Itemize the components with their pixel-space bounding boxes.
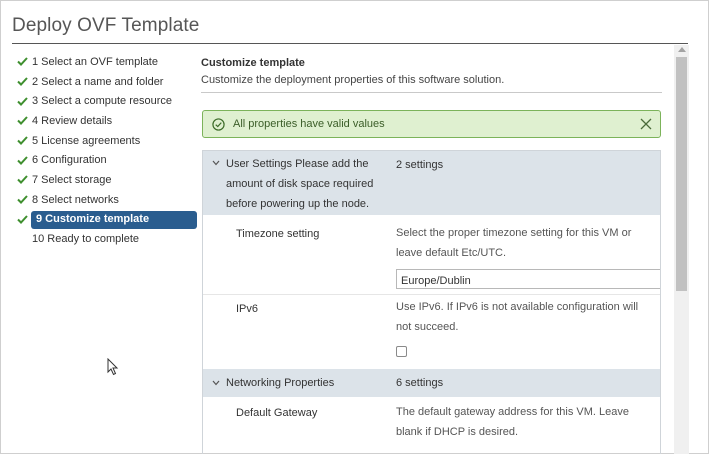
properties-panel: User Settings Please add the amount of d…	[202, 150, 661, 454]
checkmark-icon	[13, 136, 32, 146]
desc-line: Use IPv6. If IPv6 is not available confi…	[396, 301, 639, 313]
step-license-agreements[interactable]: 5 License agreements	[13, 131, 188, 151]
step-configuration[interactable]: 6 Configuration	[13, 150, 188, 170]
ipv6-label: IPv6	[236, 303, 259, 315]
wizard-steps: 1 Select an OVF template 2 Select a name…	[13, 52, 197, 249]
checkmark-icon	[13, 195, 32, 205]
validation-alert: All properties have valid values	[202, 110, 661, 138]
row-divider	[203, 294, 660, 295]
ipv6-description: Use IPv6. If IPv6 is not available confi…	[396, 297, 658, 337]
deploy-ovf-dialog: Deploy OVF Template 1 Select an OVF temp…	[0, 0, 709, 454]
desc-line: not succeed.	[396, 321, 459, 333]
desc-line: leave default Etc/UTC.	[396, 247, 507, 259]
chevron-down-icon[interactable]	[212, 160, 220, 166]
step-select-ovf-template[interactable]: 1 Select an OVF template	[13, 52, 188, 72]
scroll-up-arrow-icon[interactable]	[678, 47, 686, 52]
step-select-storage[interactable]: 7 Select storage	[13, 170, 188, 190]
checkmark-icon	[13, 97, 32, 106]
step-label: 3 Select a compute resource	[32, 95, 173, 108]
customize-template-pane: Customize template Customize the deploym…	[201, 45, 674, 454]
step-label: 1 Select an OVF template	[32, 55, 158, 68]
step-label: 8 Select networks	[32, 193, 119, 206]
checkmark-icon	[13, 57, 32, 67]
mouse-cursor-icon	[107, 358, 119, 376]
checkmark-icon	[13, 215, 32, 224]
title-divider	[12, 43, 688, 44]
gateway-description: The default gateway address for this VM.…	[396, 402, 658, 442]
dialog-title: Deploy OVF Template	[12, 15, 200, 36]
step-ready-to-complete[interactable]: 10 Ready to complete	[13, 229, 188, 249]
close-icon[interactable]	[639, 117, 653, 131]
step-label: 10 Ready to complete	[32, 233, 140, 246]
ipv6-checkbox[interactable]	[396, 346, 407, 357]
group-name-line: User Settings Please add the	[226, 158, 369, 170]
step-select-compute-resource[interactable]: 3 Select a compute resource	[13, 91, 188, 111]
group-settings-count: 6 settings	[396, 377, 444, 389]
step-label: 7 Select storage	[32, 173, 112, 186]
group-settings-count: 2 settings	[396, 159, 444, 171]
group-networking-properties[interactable]: Networking Properties 6 settings	[203, 369, 660, 397]
section-subtitle: Customize the deployment properties of t…	[201, 74, 505, 86]
desc-line: The default gateway address for this VM.…	[396, 406, 629, 418]
step-label: 5 License agreements	[32, 134, 141, 147]
checkmark-icon	[13, 116, 32, 126]
step-label: 2 Select a name and folder	[32, 75, 164, 88]
checkmark-icon	[13, 175, 32, 185]
step-label: 6 Configuration	[32, 154, 107, 167]
timezone-input[interactable]	[396, 269, 660, 289]
scroll-thumb[interactable]	[676, 57, 687, 291]
timezone-description: Select the proper timezone setting for t…	[396, 223, 658, 263]
step-select-name-folder[interactable]: 2 Select a name and folder	[13, 72, 188, 92]
group-user-settings[interactable]: User Settings Please add the amount of d…	[203, 151, 660, 215]
alert-message: All properties have valid values	[233, 118, 385, 130]
group-name-line: before powering up the node.	[226, 198, 370, 210]
step-label: 4 Review details	[32, 114, 113, 127]
checkmark-icon	[13, 156, 32, 165]
group-name: User Settings Please add the amount of d…	[226, 154, 373, 214]
chevron-down-icon[interactable]	[212, 380, 220, 386]
group-name: Networking Properties	[226, 377, 335, 389]
check-circle-icon	[212, 117, 225, 131]
step-select-networks[interactable]: 8 Select networks	[13, 190, 188, 210]
content-scrollbar[interactable]	[674, 45, 689, 454]
step-customize-template[interactable]: 9 Customize template	[13, 210, 197, 230]
desc-line: blank if DHCP is desired.	[396, 426, 519, 438]
step-label: 9 Customize template	[36, 213, 150, 226]
section-divider	[201, 92, 662, 93]
checkmark-icon	[13, 77, 32, 86]
gateway-label: Default Gateway	[236, 407, 318, 419]
section-title: Customize template	[201, 57, 305, 69]
desc-line: Select the proper timezone setting for t…	[396, 227, 632, 239]
step-review-details[interactable]: 4 Review details	[13, 111, 188, 131]
group-name-line: amount of disk space required	[226, 178, 374, 190]
timezone-label: Timezone setting	[236, 228, 320, 240]
